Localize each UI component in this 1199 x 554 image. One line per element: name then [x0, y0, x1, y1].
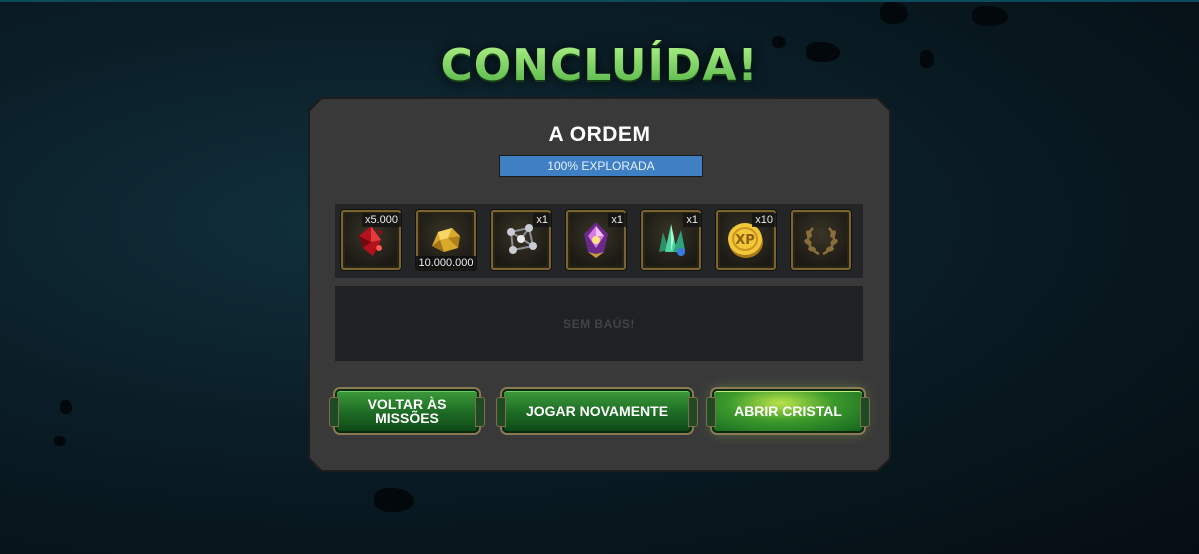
reward-slot[interactable]: 10.000.000	[416, 210, 476, 270]
reward-quantity: x1	[533, 213, 551, 227]
debris-decoration	[54, 436, 66, 446]
replay-label: JOGAR NOVAMENTE	[525, 403, 669, 419]
reward-quantity: x10	[752, 213, 776, 227]
laurel-wreath-icon	[804, 227, 838, 256]
exploration-progress-label: 100% EXPLORADA	[547, 159, 655, 173]
back-to-quests-label: VOLTAR ÀS MISSÕES	[367, 396, 447, 426]
reward-slot[interactable]: x5.000	[341, 210, 401, 270]
back-to-quests-button[interactable]: VOLTAR ÀS MISSÕES	[329, 389, 485, 433]
button-cap-left	[329, 397, 339, 427]
open-crystal-label: ABRIR CRISTAL	[734, 403, 842, 419]
results-panel: A ORDEM 100% EXPLORADA x5.000 10.000.000	[310, 99, 889, 470]
completion-title: CONCLUÍDA!	[0, 40, 1199, 91]
open-crystal-button[interactable]: ABRIR CRISTAL	[706, 389, 870, 433]
reward-slot[interactable]: x1	[641, 210, 701, 270]
debris-decoration	[374, 488, 414, 512]
quest-title: A ORDEM	[548, 123, 651, 146]
reward-quantity: x5.000	[361, 213, 401, 227]
button-cap-right	[688, 397, 698, 427]
reward-quantity: x1	[683, 213, 701, 227]
exploration-progress-bar: 100% EXPLORADA	[499, 155, 703, 177]
reward-slot[interactable]: x1	[491, 210, 551, 270]
reward-quantity: x1	[608, 213, 626, 227]
no-chests-label: SEM BAÚS!	[563, 316, 635, 331]
button-cap-right	[860, 397, 870, 427]
debris-decoration	[880, 2, 908, 24]
debris-decoration	[60, 400, 72, 414]
button-cap-left	[706, 397, 716, 427]
debris-decoration	[972, 6, 1008, 26]
svg-text:XP: XP	[735, 233, 755, 248]
chests-area: SEM BAÚS!	[335, 286, 863, 361]
reward-slot[interactable]	[791, 210, 851, 270]
button-cap-right	[475, 397, 485, 427]
button-cap-left	[496, 397, 506, 427]
reward-slot[interactable]: x1	[566, 210, 626, 270]
reward-slot[interactable]: XP x10	[716, 210, 776, 270]
reward-quantity: 10.000.000	[416, 256, 476, 270]
rewards-row: x5.000 10.000.000 x1 x1 x1 XP x10	[335, 204, 863, 278]
top-divider	[0, 0, 1199, 2]
replay-button[interactable]: JOGAR NOVAMENTE	[496, 389, 698, 433]
